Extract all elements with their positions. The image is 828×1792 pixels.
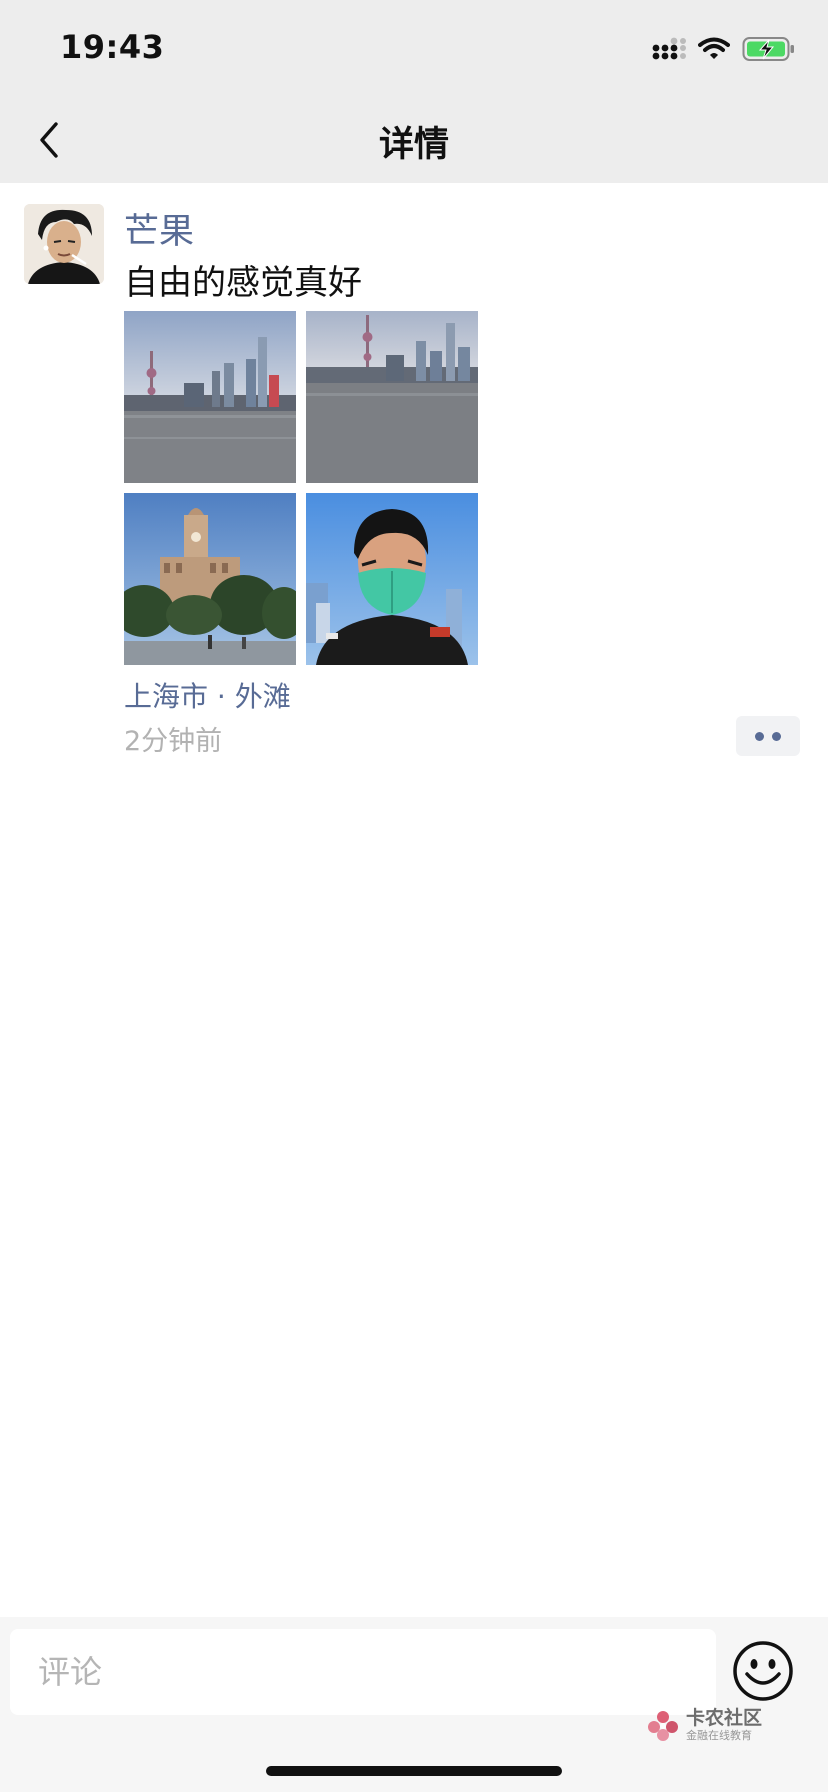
post-text: 自由的感觉真好 <box>124 263 362 303</box>
watermark-logo-icon <box>648 1711 678 1741</box>
status-time: 19:43 <box>60 28 165 66</box>
smiley-face-icon <box>733 1641 793 1701</box>
wifi-icon <box>698 37 730 59</box>
more-dots-icon <box>755 731 764 741</box>
home-indicator <box>266 1766 562 1776</box>
photo-skyline-1[interactable] <box>124 311 296 483</box>
more-actions-button[interactable] <box>736 716 800 756</box>
photo-customs-house[interactable] <box>124 493 296 665</box>
battery-charging-icon <box>742 37 794 61</box>
page-title: 详情 <box>378 125 449 165</box>
avatar[interactable] <box>24 204 104 284</box>
watermark: 卡农社区 金融在线教育 <box>646 1705 776 1745</box>
photo-skyline-2[interactable] <box>306 311 478 483</box>
watermark-subtitle: 金融在线教育 <box>686 1729 752 1742</box>
photo-grid <box>124 311 479 667</box>
signal-icon <box>652 37 686 60</box>
watermark-title: 卡农社区 <box>686 1707 763 1729</box>
photo-selfie[interactable] <box>306 493 478 665</box>
comment-input[interactable] <box>10 1629 716 1715</box>
post-time: 2分钟前 <box>124 726 223 757</box>
location-link[interactable]: 上海市 · 外滩 <box>124 675 291 715</box>
emoji-button[interactable] <box>732 1640 794 1702</box>
top-bar: 19:43 详情 <box>0 0 828 183</box>
more-dots-icon <box>772 731 781 741</box>
status-icons <box>652 34 796 64</box>
author-name[interactable]: 芒果 <box>124 203 194 254</box>
